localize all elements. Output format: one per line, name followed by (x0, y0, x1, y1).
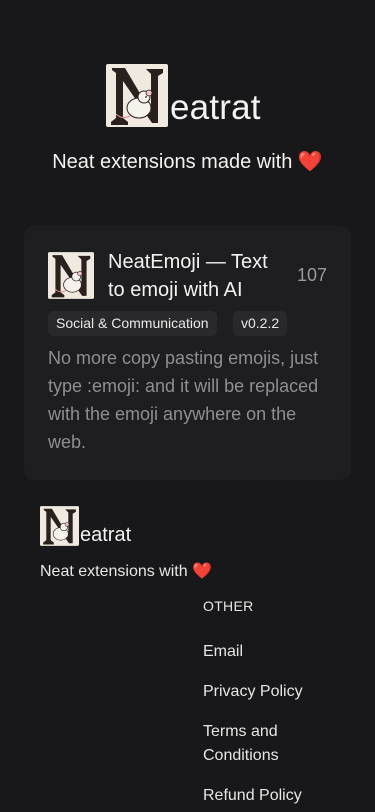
footer-brand-name[interactable]: eatrat (80, 523, 131, 547)
extension-title[interactable]: NeatEmoji — Text to emoji with AI (108, 248, 288, 304)
hero-tagline-text: Neat extensions made with (52, 151, 293, 173)
hero-tagline: Neat extensions made with ❤️ (0, 149, 375, 175)
version-tag: v0.2.2 (233, 311, 288, 336)
footer-tagline-text: Neat extensions with (40, 563, 188, 580)
extension-description: No more copy pasting emojis, just type :… (48, 348, 319, 452)
refund-policy-link[interactable]: Refund Policy (203, 784, 343, 808)
category-tag: Social & Communication (48, 311, 217, 336)
footer-tagline: Neat extensions with ❤️ (40, 562, 212, 582)
extension-card[interactable]: NeatEmoji — Text to emoji with AI 107 So… (24, 226, 351, 480)
email-link[interactable]: Email (203, 640, 343, 664)
terms-and-conditions-link[interactable]: Terms and Conditions (203, 720, 313, 768)
extension-user-count: 107 (296, 265, 327, 285)
privacy-policy-link[interactable]: Privacy Policy (203, 680, 343, 704)
hero-brand-name: eatrat (170, 88, 261, 127)
heart-icon: ❤️ (297, 151, 323, 173)
page: eatrat Neat extensions made with ❤️ Neat… (0, 0, 375, 812)
footer-logo-icon[interactable] (40, 506, 79, 546)
heart-icon: ❤️ (192, 563, 213, 580)
extension-logo-icon (48, 252, 94, 299)
neatrat-logo-icon (106, 64, 168, 127)
footer-section-heading: OTHER (203, 598, 254, 614)
